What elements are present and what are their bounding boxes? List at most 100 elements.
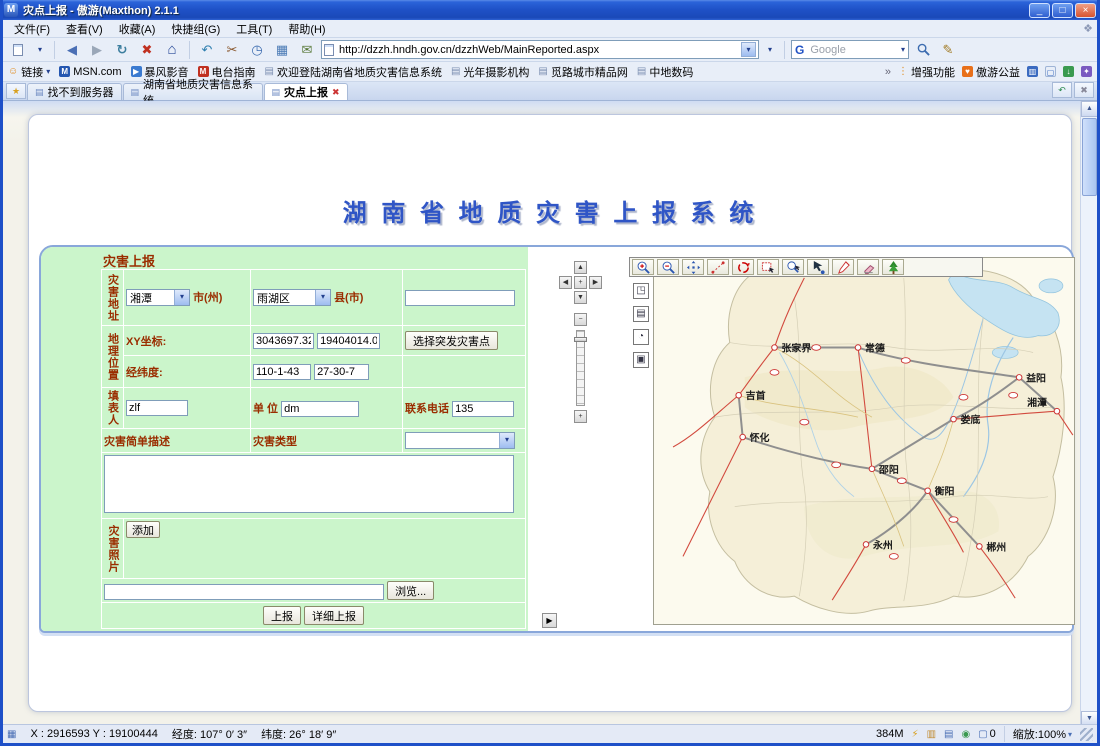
bookmark-city[interactable]: ▤觅路城市精品网: [538, 64, 627, 80]
reporter-input[interactable]: [126, 400, 188, 416]
pan-button[interactable]: [682, 259, 704, 275]
pick-disaster-point-button[interactable]: 选择突发灾害点: [405, 331, 498, 350]
description-textarea[interactable]: [104, 455, 514, 513]
identify-button[interactable]: [807, 259, 829, 275]
zoom-slider[interactable]: [576, 330, 585, 406]
close-button[interactable]: ×: [1075, 3, 1096, 18]
new-tab-dropdown[interactable]: ▾: [32, 40, 48, 60]
tab-list-button[interactable]: ✖: [1074, 82, 1094, 98]
folder-icon[interactable]: ▥: [927, 729, 936, 740]
plugins-icon[interactable]: ✦: [1081, 66, 1092, 77]
pan-left-button[interactable]: ◀: [559, 276, 572, 289]
zoom-out-step-button[interactable]: −: [574, 313, 587, 326]
back-button[interactable]: ◀: [61, 40, 83, 60]
pan-down-button[interactable]: ▼: [574, 291, 587, 304]
snap-button[interactable]: ✂: [221, 40, 243, 60]
zoom-in-button[interactable]: [632, 259, 654, 275]
skin-icon[interactable]: ❖: [1083, 22, 1093, 35]
latitude-input[interactable]: [314, 364, 369, 380]
tab-server-not-found[interactable]: ▤找不到服务器: [27, 83, 122, 100]
undo-button[interactable]: ↶: [196, 40, 218, 60]
search-input[interactable]: [808, 43, 897, 57]
favorites-panel-button[interactable]: ★: [6, 83, 26, 99]
layers-button[interactable]: [882, 259, 904, 275]
forward-button[interactable]: ▶: [86, 40, 108, 60]
maximize-button[interactable]: □: [1052, 3, 1073, 18]
legend-button[interactable]: ▤: [633, 306, 649, 322]
boost-icon[interactable]: ⚡: [912, 729, 919, 740]
enhance-features-button[interactable]: ⋮增强功能: [898, 64, 955, 80]
resize-grip[interactable]: [1080, 728, 1093, 741]
popup-blocker-icon[interactable]: ▢: [978, 729, 987, 740]
measure-distance-button[interactable]: [707, 259, 729, 275]
screen-capture-icon[interactable]: ▤: [944, 729, 953, 740]
add-photo-button[interactable]: 添加: [126, 521, 160, 538]
chevron-down-icon[interactable]: [499, 433, 514, 448]
stop-button[interactable]: ✖: [136, 40, 158, 60]
submit-button[interactable]: 上报: [263, 606, 301, 625]
security-shield-icon[interactable]: ◉: [961, 729, 970, 740]
x-coordinate-input[interactable]: [253, 333, 314, 349]
url-history-dropdown[interactable]: ▾: [741, 42, 756, 57]
overview-map-button[interactable]: ◳: [633, 283, 649, 299]
y-coordinate-input[interactable]: [317, 333, 380, 349]
print-map-button[interactable]: ▣: [633, 352, 649, 368]
phone-input[interactable]: [452, 401, 514, 417]
close-tab-icon[interactable]: ✖: [332, 87, 340, 98]
mail-button[interactable]: ✉: [296, 40, 318, 60]
url-input[interactable]: [337, 42, 738, 57]
search-go-button[interactable]: [912, 40, 934, 60]
download-manager-icon[interactable]: ↓: [1063, 66, 1074, 77]
bookmark-hunan-geo[interactable]: ▤欢迎登陆湖南省地质灾害信息系统: [265, 64, 442, 80]
menu-favorites[interactable]: 收藏(A): [112, 20, 163, 38]
tab-hunan-geo-system[interactable]: ▤湖南省地质灾害信息系统: [123, 83, 263, 100]
collapse-form-button[interactable]: ▶: [542, 613, 557, 628]
sidebar-panel-icon[interactable]: ▥: [1027, 66, 1038, 77]
browse-button[interactable]: 浏览...: [387, 581, 434, 600]
menu-groups[interactable]: 快捷组(G): [164, 20, 227, 38]
mark-point-button[interactable]: [832, 259, 854, 275]
zoom-select-button[interactable]: [782, 259, 804, 275]
history-button[interactable]: ◷: [246, 40, 268, 60]
chevron-down-icon[interactable]: [174, 290, 189, 305]
hunan-map[interactable]: 张家界 常德 益阳 吉首 怀化 娄底 湘潭 邵阳 衡阳 永州: [653, 257, 1075, 625]
zoom-slider-thumb[interactable]: [574, 337, 587, 342]
bookmarks-overflow-button[interactable]: »: [885, 66, 891, 78]
go-dropdown-button[interactable]: ▾: [762, 40, 778, 60]
address-detail-input[interactable]: [405, 290, 515, 306]
detail-submit-button[interactable]: 详细上报: [304, 606, 364, 625]
county-select[interactable]: 雨湖区: [253, 289, 331, 306]
select-rectangle-button[interactable]: [757, 259, 779, 275]
reopen-closed-tab-button[interactable]: ↶: [1052, 82, 1072, 98]
center-map-button[interactable]: +: [574, 276, 587, 289]
highlight-button[interactable]: ✎: [937, 40, 959, 60]
panels-button[interactable]: ▦: [271, 40, 293, 60]
photo-file-input[interactable]: [104, 584, 384, 600]
bookmark-zhongdi[interactable]: ▤中地数码: [637, 64, 693, 80]
disaster-type-select[interactable]: [405, 432, 515, 449]
maxthon-charity-button[interactable]: ♥傲游公益: [962, 64, 1020, 80]
zoom-out-button[interactable]: [657, 259, 679, 275]
city-select[interactable]: 湘潭: [126, 289, 190, 306]
minimize-button[interactable]: _: [1029, 3, 1050, 18]
home-button[interactable]: ⌂: [161, 40, 183, 60]
menu-view[interactable]: 查看(V): [59, 20, 110, 38]
new-window-icon[interactable]: ▢: [1045, 66, 1056, 77]
bookmark-photo[interactable]: ▤光年摄影机构: [451, 64, 529, 80]
menu-file[interactable]: 文件(F): [7, 20, 57, 38]
bookmark-msn[interactable]: MMSN.com: [59, 66, 121, 78]
refresh-map-button[interactable]: [732, 259, 754, 275]
search-engine-dropdown[interactable]: ▾: [901, 45, 905, 54]
zoom-in-step-button[interactable]: +: [574, 410, 587, 423]
pan-up-button[interactable]: ▲: [574, 261, 587, 274]
page-scrollbar[interactable]: ▲ ▼: [1080, 101, 1097, 727]
scrollbar-thumb[interactable]: [1082, 118, 1097, 196]
bookmark-links[interactable]: ☺链接▾: [8, 64, 50, 80]
chevron-down-icon[interactable]: [315, 290, 330, 305]
refresh-button[interactable]: ↻: [111, 40, 133, 60]
unit-input[interactable]: [281, 401, 359, 417]
clear-map-button[interactable]: ◔: [633, 329, 649, 345]
menu-tools[interactable]: 工具(T): [229, 20, 279, 38]
zoom-control[interactable]: 缩放:100% ▾: [1004, 726, 1072, 742]
longitude-input[interactable]: [253, 364, 311, 380]
